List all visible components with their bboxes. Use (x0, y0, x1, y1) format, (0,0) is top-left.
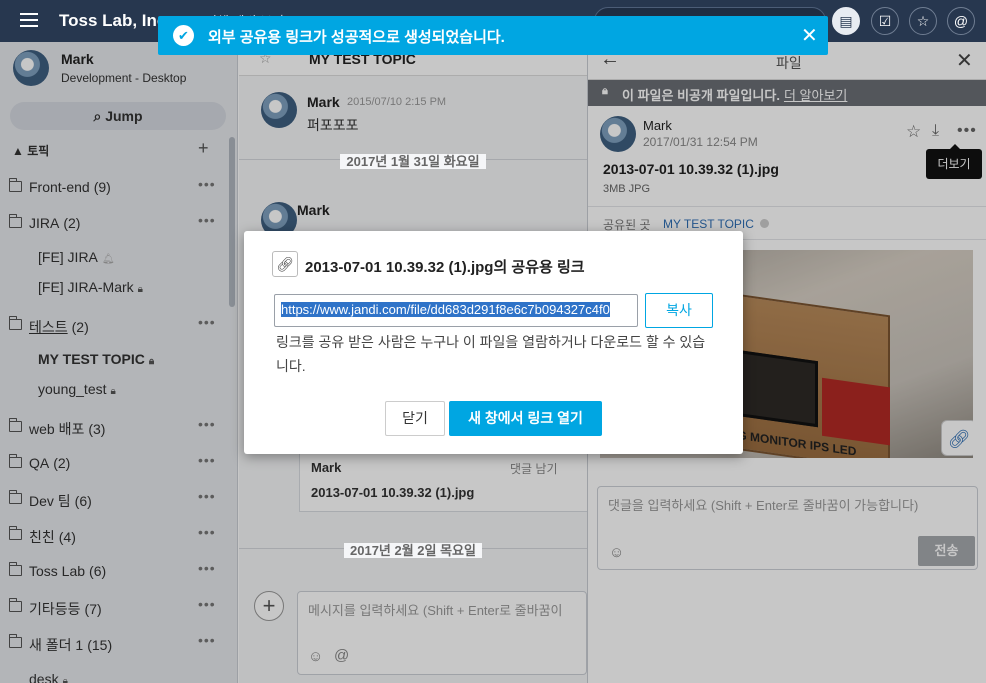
close-button[interactable]: 닫기 (385, 401, 445, 436)
share-link-field[interactable]: https://www.jandi.com/file/dd683d291f8e6… (274, 294, 638, 327)
at-icon[interactable]: @ (947, 7, 975, 35)
star-icon[interactable]: ☆ (909, 7, 937, 35)
dialog-title: 2013-07-01 10.39.32 (1).jpg의 공유용 링크 (305, 259, 585, 276)
date-label: 2017년 2월 2일 목요일 (344, 543, 482, 558)
toast-message: 외부 공유용 링크가 성공적으로 생성되었습니다. (208, 29, 505, 46)
copy-button[interactable]: 복사 (645, 293, 713, 328)
date-label: 2017년 1월 31일 화요일 (340, 154, 486, 169)
success-toast: ✔ 외부 공유용 링크가 성공적으로 생성되었습니다. ✕ (158, 16, 828, 55)
open-link-button[interactable]: 새 창에서 링크 열기 (449, 401, 602, 436)
dialog-description: 링크를 공유 받은 사람은 누구나 이 파일을 열람하거나 다운로드 할 수 있… (276, 334, 706, 374)
file-icon[interactable]: ▤ (832, 7, 860, 35)
share-link-dialog: 🔗︎ 2013-07-01 10.39.32 (1).jpg의 공유용 링크 h… (244, 231, 743, 454)
share-link-text: https://www.jandi.com/file/dd683d291f8e6… (281, 302, 610, 317)
close-icon[interactable]: ✕ (801, 23, 818, 48)
hamburger-icon[interactable] (20, 13, 38, 27)
check-icon: ✔ (173, 25, 194, 46)
calendar-icon[interactable]: ☑ (871, 7, 899, 35)
link-icon: 🔗︎ (272, 251, 298, 277)
team-name[interactable]: Toss Lab, Inc. (59, 11, 171, 31)
